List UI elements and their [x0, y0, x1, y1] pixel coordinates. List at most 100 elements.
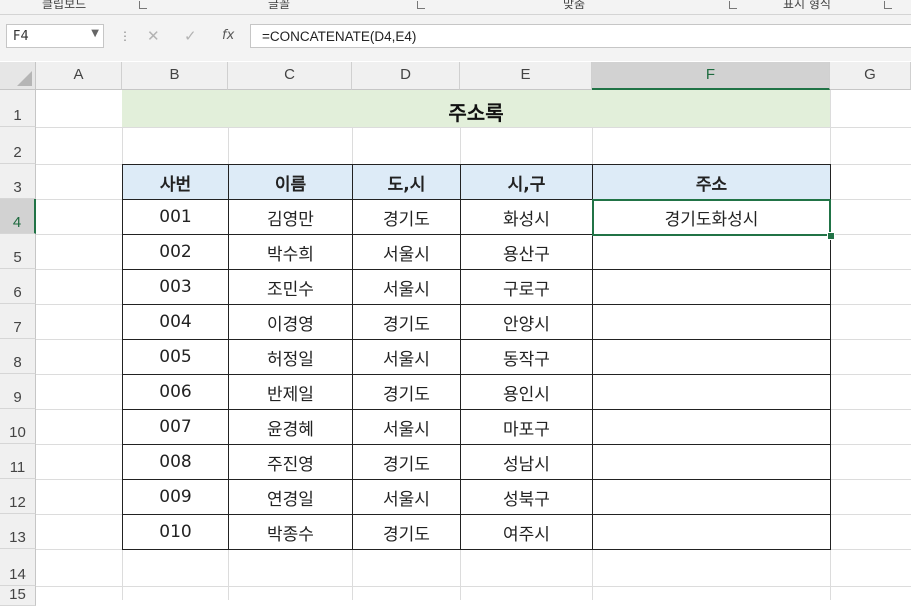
table-header-row: 사번 이름 도,시 시,구 주소: [122, 164, 831, 200]
cell-district[interactable]: 동작구: [460, 339, 593, 375]
column-header-g[interactable]: G: [830, 62, 911, 90]
cell-district[interactable]: 마포구: [460, 409, 593, 445]
cell-address[interactable]: [592, 514, 831, 550]
sheet-title-cell[interactable]: 주소록: [122, 90, 830, 127]
fill-handle[interactable]: [827, 232, 835, 240]
cell-province[interactable]: 서울시: [352, 269, 461, 305]
cell-district[interactable]: 성남시: [460, 444, 593, 480]
cell-province[interactable]: 경기도: [352, 304, 461, 340]
header-employee-id[interactable]: 사번: [122, 164, 229, 200]
cell-id[interactable]: 006: [122, 374, 229, 410]
cell-province[interactable]: 서울시: [352, 234, 461, 270]
cell-province[interactable]: 경기도: [352, 514, 461, 550]
dialog-launcher-icon[interactable]: [729, 1, 737, 9]
cell-address[interactable]: [592, 339, 831, 375]
dialog-launcher-icon[interactable]: [139, 1, 147, 9]
row-header-13[interactable]: 13: [0, 514, 36, 549]
cell-id[interactable]: 008: [122, 444, 229, 480]
row-header-1[interactable]: 1: [0, 90, 36, 127]
cancel-icon[interactable]: ✕: [147, 27, 160, 45]
select-all-button[interactable]: [0, 62, 36, 90]
row-header-12[interactable]: 12: [0, 479, 36, 514]
active-cell-border[interactable]: [592, 199, 831, 236]
header-name[interactable]: 이름: [228, 164, 353, 200]
row-number: 10: [9, 424, 26, 441]
cell-province[interactable]: 서울시: [352, 479, 461, 515]
row-header-3[interactable]: 3: [0, 164, 36, 199]
row-header-11[interactable]: 11: [0, 444, 36, 479]
cell-province[interactable]: 경기도: [352, 199, 461, 235]
cell-name[interactable]: 연경일: [228, 479, 353, 515]
cell-id[interactable]: 001: [122, 199, 229, 235]
formula-input[interactable]: =CONCATENATE(D4,E4): [250, 24, 911, 48]
row-header-9[interactable]: 9: [0, 374, 36, 409]
cell-address[interactable]: [592, 374, 831, 410]
cell-id[interactable]: 007: [122, 409, 229, 445]
row-header-7[interactable]: 7: [0, 304, 36, 339]
cell-province[interactable]: 서울시: [352, 339, 461, 375]
cell-province[interactable]: 경기도: [352, 444, 461, 480]
cell-address[interactable]: [592, 444, 831, 480]
row-header-5[interactable]: 5: [0, 234, 36, 269]
row-header-8[interactable]: 8: [0, 339, 36, 374]
cell-district[interactable]: 용인시: [460, 374, 593, 410]
cell-district[interactable]: 여주시: [460, 514, 593, 550]
cell-id[interactable]: 010: [122, 514, 229, 550]
header-city-district[interactable]: 시,구: [460, 164, 593, 200]
header-address[interactable]: 주소: [592, 164, 831, 200]
sheet-title: 주소록: [448, 101, 504, 125]
cell-name[interactable]: 윤경혜: [228, 409, 353, 445]
cell-name[interactable]: 허정일: [228, 339, 353, 375]
enter-check-icon[interactable]: ✓: [184, 27, 197, 45]
cell-address[interactable]: [592, 304, 831, 340]
row-header-4[interactable]: 4: [0, 199, 36, 234]
cell-name[interactable]: 이경영: [228, 304, 353, 340]
row-header-14[interactable]: 14: [0, 549, 36, 586]
cell-name[interactable]: 박종수: [228, 514, 353, 550]
cell-district[interactable]: 화성시: [460, 199, 593, 235]
ribbon-group-clipboard: 클립보드: [42, 0, 87, 11]
chevron-down-icon[interactable]: ▼: [91, 28, 99, 39]
table-row: 002 박수희 서울시 용산구: [122, 234, 831, 270]
row-header-10[interactable]: 10: [0, 409, 36, 444]
cell-name[interactable]: 반제일: [228, 374, 353, 410]
cell-address[interactable]: [592, 234, 831, 270]
cell-district[interactable]: 용산구: [460, 234, 593, 270]
cell-id[interactable]: 004: [122, 304, 229, 340]
cell-name[interactable]: 박수희: [228, 234, 353, 270]
cell-id[interactable]: 002: [122, 234, 229, 270]
column-header-a[interactable]: A: [36, 62, 122, 90]
cell-id[interactable]: 005: [122, 339, 229, 375]
cell-id[interactable]: 009: [122, 479, 229, 515]
column-header-e[interactable]: E: [460, 62, 592, 90]
cell-district[interactable]: 성북구: [460, 479, 593, 515]
cell-district[interactable]: 구로구: [460, 269, 593, 305]
cell-district[interactable]: 안양시: [460, 304, 593, 340]
cell-address[interactable]: [592, 269, 831, 305]
cell-name[interactable]: 김영만: [228, 199, 353, 235]
column-header-c[interactable]: C: [228, 62, 352, 90]
row-header-6[interactable]: 6: [0, 269, 36, 304]
row-number: 13: [9, 529, 26, 546]
cell-name[interactable]: 주진영: [228, 444, 353, 480]
row-header-2[interactable]: 2: [0, 127, 36, 164]
cell-address[interactable]: [592, 479, 831, 515]
name-box[interactable]: F4 ▼: [6, 24, 104, 48]
column-header-d[interactable]: D: [352, 62, 460, 90]
cell-province[interactable]: 경기도: [352, 374, 461, 410]
cell-address[interactable]: [592, 409, 831, 445]
table-row: 006 반제일 경기도 용인시: [122, 374, 831, 410]
dialog-launcher-icon[interactable]: [417, 1, 425, 9]
header-province-city[interactable]: 도,시: [352, 164, 461, 200]
column-header-f[interactable]: F: [592, 62, 830, 90]
formula-bar-splitter-icon[interactable]: ⋮: [119, 29, 131, 43]
row-header-15[interactable]: 15: [0, 586, 36, 606]
cell-id[interactable]: 003: [122, 269, 229, 305]
table-row: 007 윤경혜 서울시 마포구: [122, 409, 831, 445]
column-header-b[interactable]: B: [122, 62, 228, 90]
row-number: 6: [13, 284, 22, 301]
insert-function-button[interactable]: fx: [222, 28, 234, 43]
cell-province[interactable]: 서울시: [352, 409, 461, 445]
cell-name[interactable]: 조민수: [228, 269, 353, 305]
dialog-launcher-icon[interactable]: [884, 1, 892, 9]
